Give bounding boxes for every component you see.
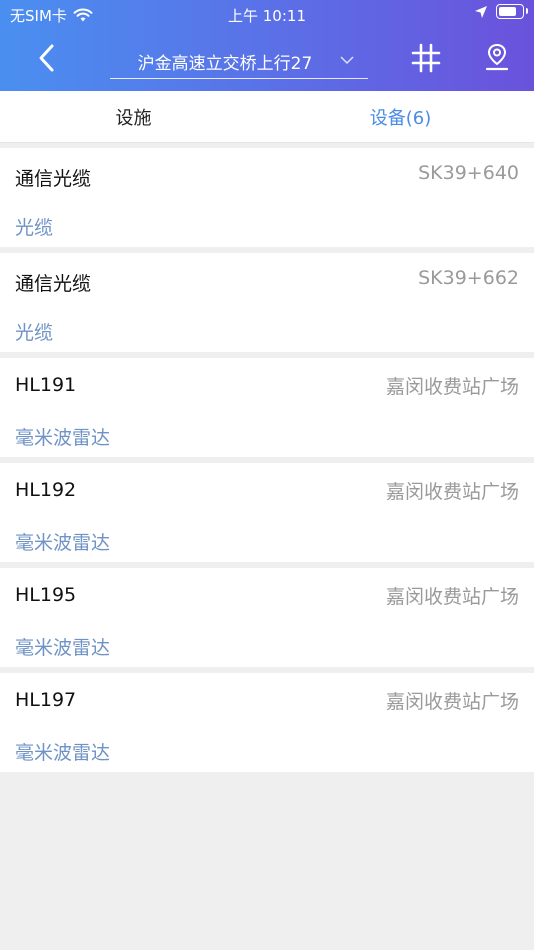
item-name: HL191 (15, 374, 77, 396)
map-pin-icon[interactable] (482, 42, 512, 74)
status-time: 上午 10:11 (228, 7, 306, 25)
list-item[interactable]: 通信光缆 SK39+662 光缆 (0, 253, 534, 352)
item-name: HL197 (15, 689, 77, 711)
device-list: 通信光缆 SK39+640 光缆 通信光缆 SK39+662 光缆 HL191 … (0, 148, 534, 778)
item-location: 嘉闵收费站广场 (385, 481, 519, 503)
grid-icon[interactable] (410, 42, 442, 74)
item-name: HL195 (15, 584, 77, 606)
item-type: 毫米波雷达 (15, 637, 111, 659)
item-location: SK39+640 (418, 162, 519, 184)
battery-icon (496, 4, 528, 19)
header: 无SIM卡 上午 10:11 沪金高速立交桥上行27 (0, 0, 534, 91)
item-name: 通信光缆 (15, 168, 92, 190)
status-right (474, 4, 528, 19)
item-location: 嘉闵收费站广场 (385, 691, 519, 713)
nav-bar: 沪金高速立交桥上行27 (0, 28, 534, 91)
item-type: 毫米波雷达 (15, 427, 111, 449)
item-type: 毫米波雷达 (15, 742, 111, 764)
item-type: 光缆 (15, 322, 54, 344)
list-item[interactable]: HL191 嘉闵收费站广场 毫米波雷达 (0, 358, 534, 457)
item-name: 通信光缆 (15, 273, 92, 295)
battery-level (499, 7, 516, 16)
item-location: SK39+662 (418, 267, 519, 289)
status-bar: 无SIM卡 上午 10:11 (0, 0, 534, 28)
tab-devices[interactable]: 设备(6) (267, 91, 534, 142)
location-title: 沪金高速立交桥上行27 (137, 53, 313, 74)
item-type: 毫米波雷达 (15, 532, 111, 554)
list-item[interactable]: HL195 嘉闵收费站广场 毫米波雷达 (0, 568, 534, 667)
list-item[interactable]: 通信光缆 SK39+640 光缆 (0, 148, 534, 247)
tab-facilities[interactable]: 设施 (0, 91, 267, 142)
location-select[interactable]: 沪金高速立交桥上行27 (110, 44, 368, 79)
list-item[interactable]: HL192 嘉闵收费站广场 毫米波雷达 (0, 463, 534, 562)
item-type: 光缆 (15, 217, 54, 239)
back-chevron-icon[interactable] (30, 40, 66, 76)
item-location: 嘉闵收费站广场 (385, 586, 519, 608)
item-name: HL192 (15, 479, 77, 501)
tab-bar: 设施 设备(6) (0, 91, 534, 143)
chevron-down-icon (340, 56, 354, 65)
list-item[interactable]: HL197 嘉闵收费站广场 毫米波雷达 (0, 673, 534, 772)
item-location: 嘉闵收费站广场 (385, 376, 519, 398)
location-arrow-icon (475, 5, 487, 18)
